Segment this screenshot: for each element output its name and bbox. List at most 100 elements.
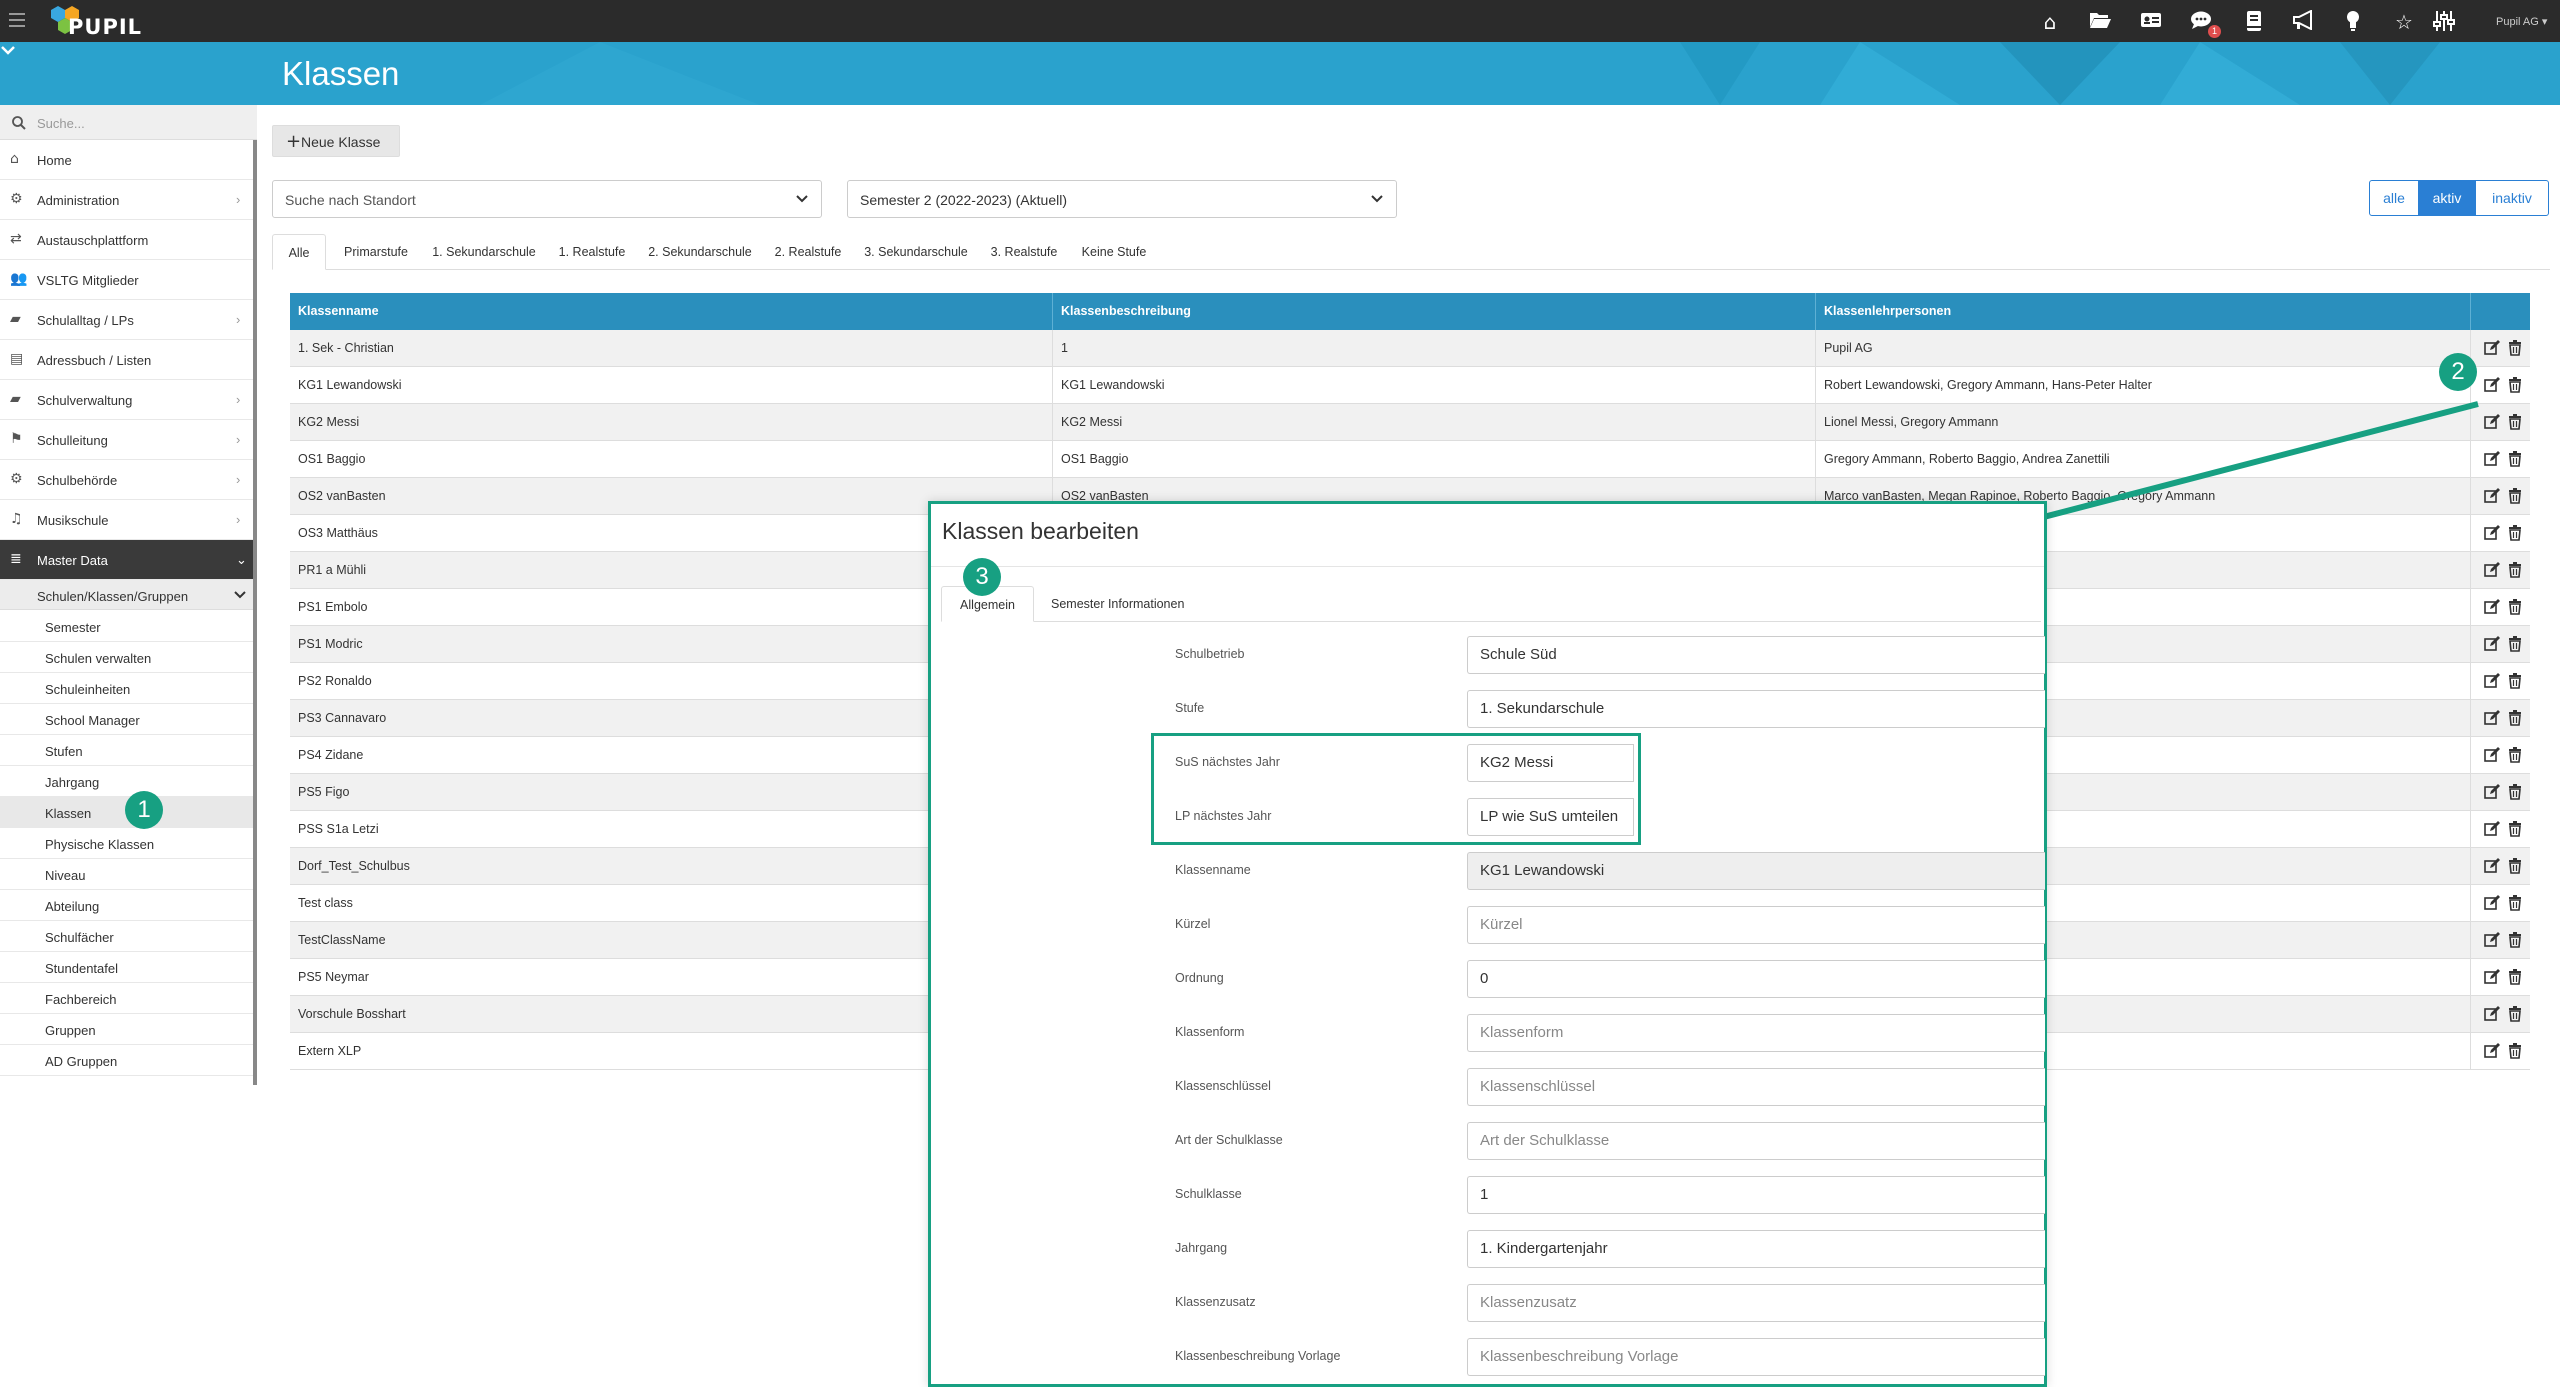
trash-icon[interactable]: [2508, 488, 2524, 504]
edit-icon[interactable]: [2484, 784, 2500, 800]
sidebar-subitem-niveau[interactable]: Niveau: [0, 859, 253, 890]
table-row[interactable]: KG1 Lewandowski KG1 Lewandowski Robert Lew…: [290, 367, 2530, 404]
sidebar-subitem-school-manager[interactable]: School Manager: [0, 704, 253, 735]
trash-icon[interactable]: [2508, 451, 2524, 467]
logo[interactable]: PUPIL: [50, 4, 141, 39]
sidebar-item-musikschule[interactable]: ♫ Musikschule ›: [0, 500, 253, 540]
trash-icon[interactable]: [2508, 895, 2524, 911]
table-row[interactable]: 1. Sek - Christian 1 Pupil AG: [290, 330, 2530, 367]
tab-keine-stufe[interactable]: Keine Stufe: [1075, 234, 1153, 270]
trash-icon[interactable]: [2508, 340, 2524, 356]
trash-icon[interactable]: [2508, 562, 2524, 578]
sidebar-subitem-fachbereich[interactable]: Fachbereich: [0, 983, 253, 1014]
field-input-klassenbeschreibung-vorlage[interactable]: Klassenbeschreibung Vorlage: [1467, 1338, 2045, 1376]
filter-all-button[interactable]: alle: [2369, 180, 2419, 216]
sidebar-subitem-abteilung[interactable]: Abteilung: [0, 890, 253, 921]
trash-icon[interactable]: [2508, 821, 2524, 837]
edit-icon[interactable]: [2484, 562, 2500, 578]
tab-1-sekundarschule[interactable]: 1. Sekundarschule: [427, 234, 541, 270]
user-menu[interactable]: Pupil AG ▾: [2496, 15, 2547, 28]
sliders-icon[interactable]: [2432, 10, 2456, 34]
field-input-klassenschlüssel[interactable]: Klassenschlüssel: [1467, 1068, 2045, 1106]
sidebar-subitem-stufen[interactable]: Stufen: [0, 735, 253, 766]
trash-icon[interactable]: [2508, 858, 2524, 874]
sidebar-item-schulbehörde[interactable]: ⚙ Schulbehörde ›: [0, 460, 253, 500]
tab-3-sekundarschule[interactable]: 3. Sekundarschule: [859, 234, 973, 270]
field-input-klassenform[interactable]: Klassenform: [1467, 1014, 2045, 1052]
tab-primarstufe[interactable]: Primarstufe: [338, 234, 414, 270]
trash-icon[interactable]: [2508, 969, 2524, 985]
book-icon[interactable]: [2242, 10, 2266, 34]
trash-icon[interactable]: [2508, 747, 2524, 763]
tab-alle[interactable]: Alle: [272, 234, 326, 270]
trash-icon[interactable]: [2508, 377, 2524, 393]
sidebar-subitem-jahrgang[interactable]: Jahrgang: [0, 766, 253, 797]
trash-icon[interactable]: [2508, 710, 2524, 726]
folder-open-icon[interactable]: [2088, 10, 2112, 34]
trash-icon[interactable]: [2508, 932, 2524, 948]
new-class-button[interactable]: + Neue Klasse: [272, 125, 400, 157]
sidebar-subitem-semester[interactable]: Semester: [0, 611, 253, 642]
field-input-ordnung[interactable]: 0: [1467, 960, 2045, 998]
sidebar-item-home[interactable]: ⌂ Home: [0, 140, 253, 180]
tab-1-realstufe[interactable]: 1. Realstufe: [553, 234, 631, 270]
sidebar-item-vsltg-mitglieder[interactable]: 👥 VSLTG Mitglieder: [0, 260, 253, 300]
edit-icon[interactable]: [2484, 1006, 2500, 1022]
semester-select[interactable]: Semester 2 (2022-2023) (Aktuell): [847, 180, 1397, 218]
trash-icon[interactable]: [2508, 673, 2524, 689]
edit-icon[interactable]: [2484, 710, 2500, 726]
sidebar-item-schulalltag-lps[interactable]: ▰ Schulalltag / LPs ›: [0, 300, 253, 340]
sidebar-scrollbar[interactable]: [253, 140, 257, 1085]
edit-icon[interactable]: [2484, 451, 2500, 467]
sidebar-search[interactable]: Suche...: [0, 105, 257, 140]
sidebar-subitem-schulen-verwalten[interactable]: Schulen verwalten: [0, 642, 253, 673]
lightbulb-icon[interactable]: [2341, 10, 2365, 34]
edit-icon[interactable]: [2484, 377, 2500, 393]
edit-icon[interactable]: [2484, 525, 2500, 541]
sidebar-subitem-stundentafel[interactable]: Stundentafel: [0, 952, 253, 983]
tab-3-realstufe[interactable]: 3. Realstufe: [985, 234, 1063, 270]
edit-icon[interactable]: [2484, 488, 2500, 504]
field-input-jahrgang[interactable]: 1. Kindergartenjahr: [1467, 1230, 2045, 1268]
sidebar-item-austauschplattform[interactable]: ⇄ Austauschplattform: [0, 220, 253, 260]
edit-icon[interactable]: [2484, 414, 2500, 430]
edit-icon[interactable]: [2484, 932, 2500, 948]
sidebar-subitem-gruppen[interactable]: Gruppen: [0, 1014, 253, 1045]
edit-icon[interactable]: [2484, 895, 2500, 911]
trash-icon[interactable]: [2508, 599, 2524, 615]
column-header-klassenlehrpersonen[interactable]: Klassenlehrpersonen: [1816, 293, 2471, 330]
field-input-klassenzusatz[interactable]: Klassenzusatz: [1467, 1284, 2045, 1322]
edit-icon[interactable]: [2484, 858, 2500, 874]
home-icon[interactable]: ⌂: [2038, 10, 2062, 34]
sidebar-subitem-schuleinheiten[interactable]: Schuleinheiten: [0, 673, 253, 704]
sidebar-subitem-schulfächer[interactable]: Schulfächer: [0, 921, 253, 952]
field-input-schulbetrieb[interactable]: Schule Süd: [1467, 636, 2045, 674]
sidebar-item-adressbuch-listen[interactable]: ▤ Adressbuch / Listen: [0, 340, 253, 380]
sidebar-group-schulen[interactable]: Schulen/Klassen/Gruppen: [0, 580, 253, 610]
field-input-schulklasse[interactable]: 1: [1467, 1176, 2045, 1214]
column-header-klassenbeschreibung[interactable]: Klassenbeschreibung: [1053, 293, 1816, 330]
table-row[interactable]: KG2 Messi KG2 Messi Lionel Messi, Gregory …: [290, 404, 2530, 441]
field-input-art-der-schulklasse[interactable]: Art der Schulklasse: [1467, 1122, 2045, 1160]
trash-icon[interactable]: [2508, 1043, 2524, 1059]
sidebar-item-master-data[interactable]: ≣ Master Data ⌄: [0, 540, 253, 580]
field-input-kürzel[interactable]: Kürzel: [1467, 906, 2045, 944]
trash-icon[interactable]: [2508, 1006, 2524, 1022]
sidebar-subitem-physische-klassen[interactable]: Physische Klassen: [0, 828, 253, 859]
edit-icon[interactable]: [2484, 969, 2500, 985]
menu-toggle-icon[interactable]: [9, 13, 25, 27]
tab-semester-informationen[interactable]: Semester Informationen: [1051, 586, 1211, 622]
edit-icon[interactable]: [2484, 340, 2500, 356]
trash-icon[interactable]: [2508, 636, 2524, 652]
tab-2-realstufe[interactable]: 2. Realstufe: [769, 234, 847, 270]
edit-icon[interactable]: [2484, 636, 2500, 652]
trash-icon[interactable]: [2508, 414, 2524, 430]
filter-inactive-button[interactable]: inaktiv: [2475, 180, 2549, 216]
sidebar-item-schulverwaltung[interactable]: ▰ Schulverwaltung ›: [0, 380, 253, 420]
sidebar-subitem-ad-gruppen[interactable]: AD Gruppen: [0, 1045, 253, 1076]
filter-active-button[interactable]: aktiv: [2418, 180, 2476, 216]
edit-icon[interactable]: [2484, 821, 2500, 837]
edit-icon[interactable]: [2484, 599, 2500, 615]
star-icon[interactable]: ☆: [2392, 10, 2416, 34]
edit-icon[interactable]: [2484, 673, 2500, 689]
